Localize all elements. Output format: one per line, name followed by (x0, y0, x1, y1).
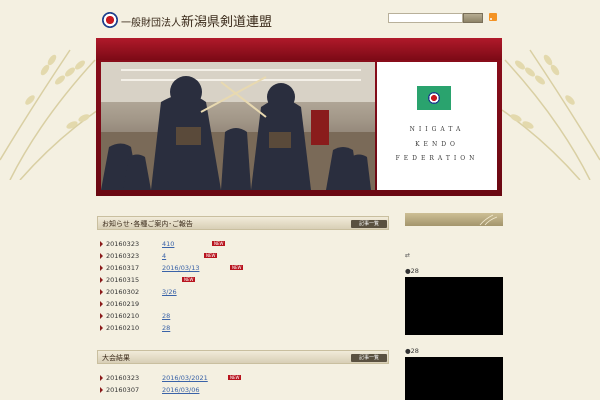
bullet-arrow-icon (100, 265, 103, 271)
list-item-link[interactable]: 410 (162, 240, 202, 248)
list-item-date: 20160323 (106, 252, 140, 260)
list-item-link[interactable]: 28 (162, 324, 182, 332)
list-item: 20160210 28 (100, 312, 385, 322)
results-list-button[interactable]: 記事一覧 (351, 354, 387, 362)
list-item-date: 20160210 (106, 324, 140, 332)
fed-line-2: KENDO (415, 141, 459, 148)
new-badge: NEW (212, 241, 226, 246)
rice-decoration-right-icon (501, 49, 600, 180)
list-item-link[interactable]: 2016/03/06 (162, 386, 211, 394)
results-section-header: 大会結果 記事一覧 (97, 350, 389, 364)
bullet-arrow-icon (100, 289, 103, 295)
list-item-link[interactable]: 3/26 (162, 288, 189, 296)
kendo-practice-photo (101, 62, 375, 190)
hero-banner: NIIGATA KENDO FEDERATION (96, 38, 502, 196)
list-item-date: 20160302 (106, 288, 140, 296)
list-item-date: 20160323 (106, 374, 140, 382)
search-input[interactable] (388, 13, 463, 23)
list-item: 20160307 2016/03/06 (100, 386, 385, 396)
bamboo-ornament-icon (479, 214, 498, 226)
bullet-arrow-icon (100, 253, 103, 259)
list-item-link[interactable]: 4 (162, 252, 194, 260)
new-badge: NEW (204, 253, 218, 258)
results-section-title: 大会結果 (102, 354, 130, 362)
new-badge: NEW (230, 265, 244, 270)
news-list-button[interactable]: 記事一覧 (351, 220, 387, 228)
list-item: 20160323 2016/03/2021 NEW (100, 374, 385, 384)
list-item: 20160317 2016/03/13 NEW (100, 264, 385, 274)
federation-flag-icon (417, 86, 451, 110)
bullet-arrow-icon (100, 387, 103, 393)
list-item: 20160219 (100, 300, 385, 310)
kendo-figures-icon (101, 62, 375, 190)
bullet-arrow-icon (100, 375, 103, 381)
list-item-date: 20160317 (106, 264, 140, 272)
sidebar-label-2: ●28 (405, 347, 419, 355)
bullet-arrow-icon (100, 301, 103, 307)
list-item-date: 20160323 (106, 240, 140, 248)
bullet-arrow-icon (100, 325, 103, 331)
site-title-main: 新潟県剣道連盟 (181, 15, 273, 30)
rice-decoration-left-icon (0, 49, 99, 180)
site-title[interactable]: 一般財団法人新潟県剣道連盟 (121, 11, 272, 30)
new-badge: NEW (182, 277, 196, 282)
sidebar-banner[interactable] (405, 213, 503, 226)
hero-top-bar (96, 38, 502, 60)
federation-logo-icon[interactable] (102, 12, 118, 28)
sidebar-swap-icon[interactable]: ⇄ (405, 252, 410, 259)
bullet-arrow-icon (100, 277, 103, 283)
list-item-link[interactable]: 2016/03/2021 (162, 374, 220, 382)
federation-logo-panel: NIIGATA KENDO FEDERATION (377, 62, 497, 190)
list-item: 20160315 NEW (100, 276, 385, 286)
fed-line-1: NIIGATA (409, 126, 465, 133)
fed-line-3: FEDERATION (395, 155, 479, 162)
news-section-header: お知らせ･各種ご案内･ご報告 記事一覧 (97, 216, 389, 230)
search-button[interactable] (463, 13, 483, 23)
sidebar-label-1: ●28 (405, 267, 419, 275)
list-item: 20160302 3/26 (100, 288, 385, 298)
list-item-date: 20160210 (106, 312, 140, 320)
sidebar-video-embed-2[interactable] (405, 357, 503, 400)
rss-icon[interactable] (489, 13, 497, 21)
sidebar-video-embed-1[interactable] (405, 277, 503, 335)
list-item-link[interactable]: 28 (162, 312, 170, 320)
new-badge: NEW (228, 375, 242, 380)
news-section-title: お知らせ･各種ご案内･ご報告 (102, 220, 193, 228)
list-item-link[interactable]: 2016/03/13 (162, 264, 211, 272)
list-item-date: 20160307 (106, 386, 140, 394)
list-item: 20160323 4 NEW (100, 252, 385, 262)
bullet-arrow-icon (100, 241, 103, 247)
list-item-date: 20160315 (106, 276, 140, 284)
bullet-arrow-icon (100, 313, 103, 319)
list-item: 20160323 410 NEW (100, 240, 385, 250)
site-title-small: 一般財団法人 (121, 18, 181, 29)
list-item-date: 20160219 (106, 300, 140, 308)
list-item: 20160210 28 (100, 324, 385, 334)
